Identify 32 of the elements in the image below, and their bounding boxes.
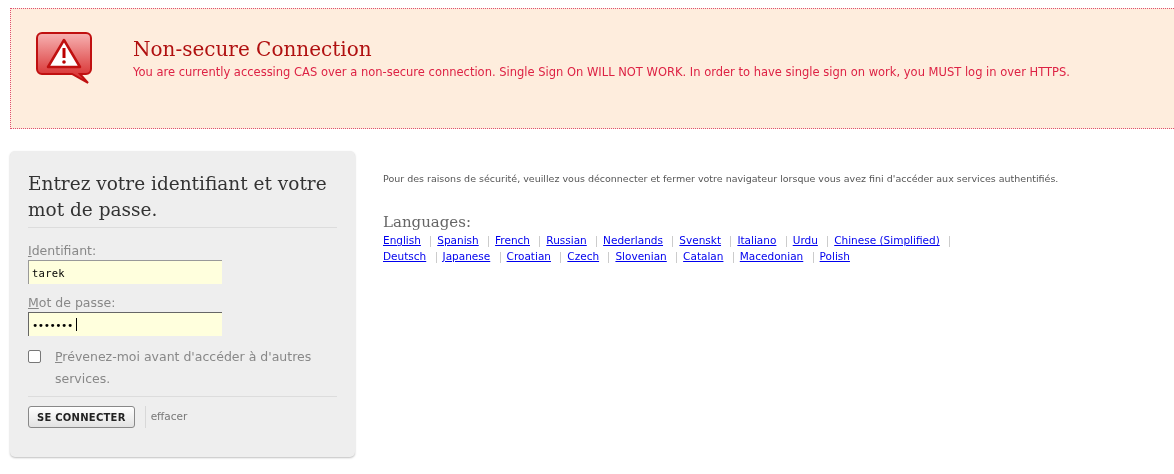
- language-link[interactable]: French: [495, 234, 530, 246]
- login-button[interactable]: SE CONNECTER: [28, 406, 135, 428]
- language-link[interactable]: Chinese (Simplified): [834, 234, 940, 246]
- field-label: Mot de passe:: [28, 294, 117, 312]
- language-link[interactable]: Czech: [567, 250, 600, 262]
- language-link[interactable]: Deutsch: [383, 250, 427, 262]
- language-link[interactable]: Macedonian: [739, 250, 804, 262]
- language-link[interactable]: Italiano: [737, 234, 777, 246]
- warning-title: Non-secure Connection: [133, 36, 373, 62]
- language-link[interactable]: Slovenian: [615, 250, 667, 262]
- languages-heading: Languages:: [383, 212, 472, 232]
- security-notice: Pour des raisons de sécurité, veuillez vous déconnecter et fermer votre navigateur lorsque vous avez fini d'accéder aux services authentifiés.: [383, 172, 1060, 186]
- text-cursor: [75, 318, 77, 331]
- language-link[interactable]: Svenskt: [679, 234, 722, 246]
- password-field[interactable]: •••••••: [28, 312, 222, 336]
- language-link[interactable]: Polish: [819, 250, 850, 262]
- warning-message: You are currently accessing CAS over a non-secure connection. Single Sign On WILL NOT WORK. In order to have single sign on work, you MUST log in over HTTPS.: [133, 64, 1071, 81]
- warning-icon: [36, 31, 94, 87]
- field-label: Identifiant:: [28, 242, 98, 260]
- checkbox-label: Prévenez-moi avant d'accéder à d'autres services.: [55, 348, 313, 388]
- language-link[interactable]: Urdu: [792, 234, 818, 246]
- language-link[interactable]: Nederlands: [603, 234, 663, 246]
- username-field[interactable]: tarek: [28, 260, 222, 284]
- language-link[interactable]: Croatian: [506, 250, 551, 262]
- language-link[interactable]: Spanish: [437, 234, 479, 246]
- language-link[interactable]: Japanese: [442, 250, 491, 262]
- language-link[interactable]: Catalan: [683, 250, 724, 262]
- login-heading: Entrez votre identifiant et votre mot de passe.: [28, 172, 328, 222]
- language-link[interactable]: English: [383, 234, 421, 246]
- clear-link[interactable]: effacer: [150, 409, 188, 425]
- checkbox[interactable]: [28, 350, 41, 363]
- language-link[interactable]: Russian: [546, 234, 587, 246]
